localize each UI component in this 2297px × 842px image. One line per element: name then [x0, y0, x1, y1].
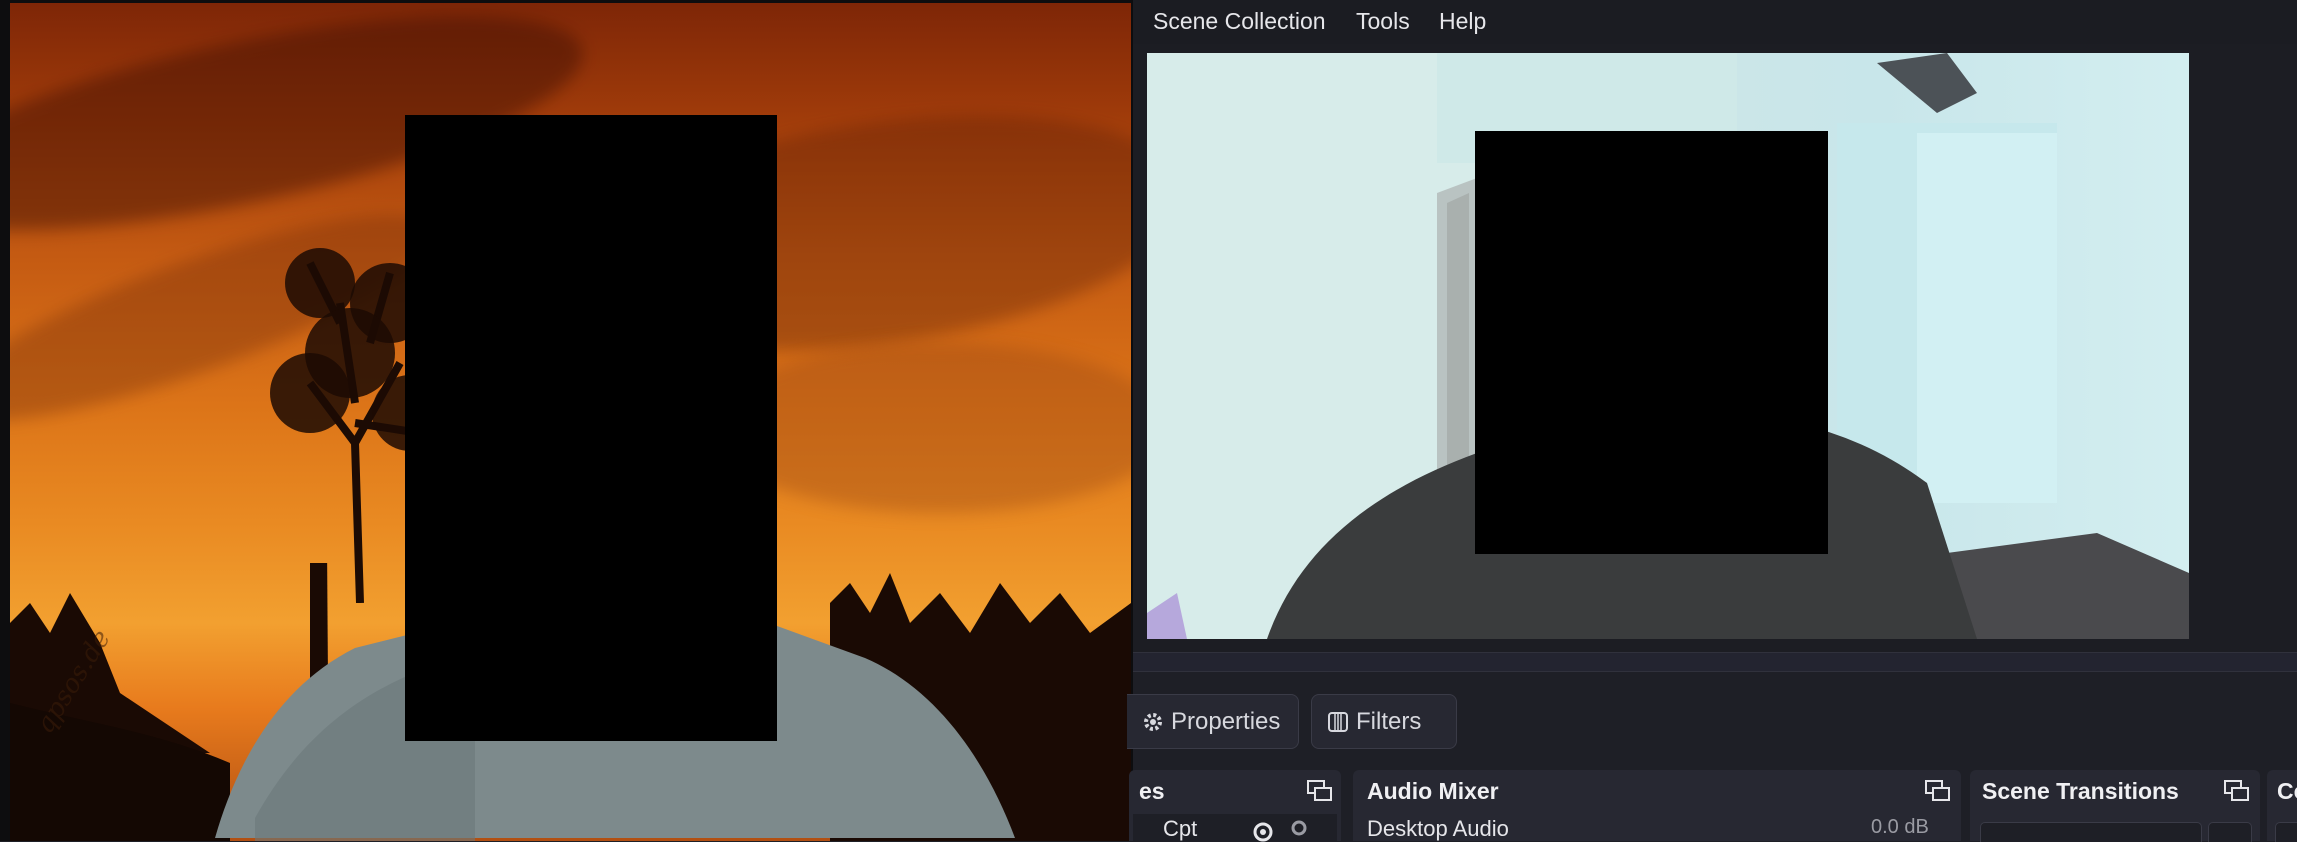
controls-dock: Co	[2267, 770, 2297, 842]
mixer-channel-level: 0.0 dB	[1871, 816, 1929, 838]
gear-icon	[1144, 712, 1162, 731]
controls-button[interactable]	[2275, 822, 2297, 842]
redaction-block	[1475, 131, 1828, 554]
audio-mixer-dock: Audio Mixer Desktop Audio 0.0 dB	[1353, 770, 1961, 841]
properties-button[interactable]: Properties	[1127, 694, 1299, 749]
preview-canvas[interactable]	[1147, 53, 2189, 639]
redaction-block	[405, 115, 777, 741]
undock-icon[interactable]	[1307, 780, 1333, 802]
mixer-channel-name: Desktop Audio	[1367, 816, 1509, 841]
splitter-handle[interactable]	[1133, 652, 2297, 672]
menu-help[interactable]: Help	[1433, 8, 1492, 35]
eye-icon[interactable]	[1251, 818, 1275, 842]
menu-bar: Scene Collection Tools Help	[1133, 0, 2297, 44]
menu-tools[interactable]: Tools	[1350, 8, 1416, 35]
sources-list: Cpt	[1133, 814, 1337, 842]
properties-label: Properties	[1171, 707, 1281, 735]
source-row-label[interactable]: Cpt	[1163, 816, 1197, 842]
filters-label: Filters	[1356, 707, 1422, 735]
controls-dock-title: Co	[2277, 778, 2297, 804]
menu-scene-collection[interactable]: Scene Collection	[1147, 8, 1332, 35]
lock-icon[interactable]	[1289, 818, 1309, 842]
sources-dock: es Cpt	[1129, 770, 1341, 842]
audio-mixer-title: Audio Mixer	[1367, 778, 1499, 804]
undock-icon[interactable]	[1925, 780, 1951, 802]
source-toolbar: Properties Filters	[1127, 672, 2297, 772]
undock-icon[interactable]	[2224, 780, 2250, 802]
preview-area	[1133, 44, 2297, 654]
scene-transitions-title: Scene Transitions	[1982, 778, 2179, 804]
filters-button[interactable]: Filters	[1311, 694, 1457, 749]
obs-main-window: Scene Collection Tools Help Properties F…	[1127, 0, 2297, 842]
projector-window[interactable]: qpsos.de	[0, 0, 1134, 841]
scene-transitions-dock: Scene Transitions	[1970, 770, 2260, 842]
transition-select[interactable]	[1980, 822, 2202, 842]
sources-dock-title: es	[1139, 778, 1165, 804]
filter-icon	[1328, 711, 1348, 732]
transition-add-button[interactable]	[2208, 822, 2252, 842]
